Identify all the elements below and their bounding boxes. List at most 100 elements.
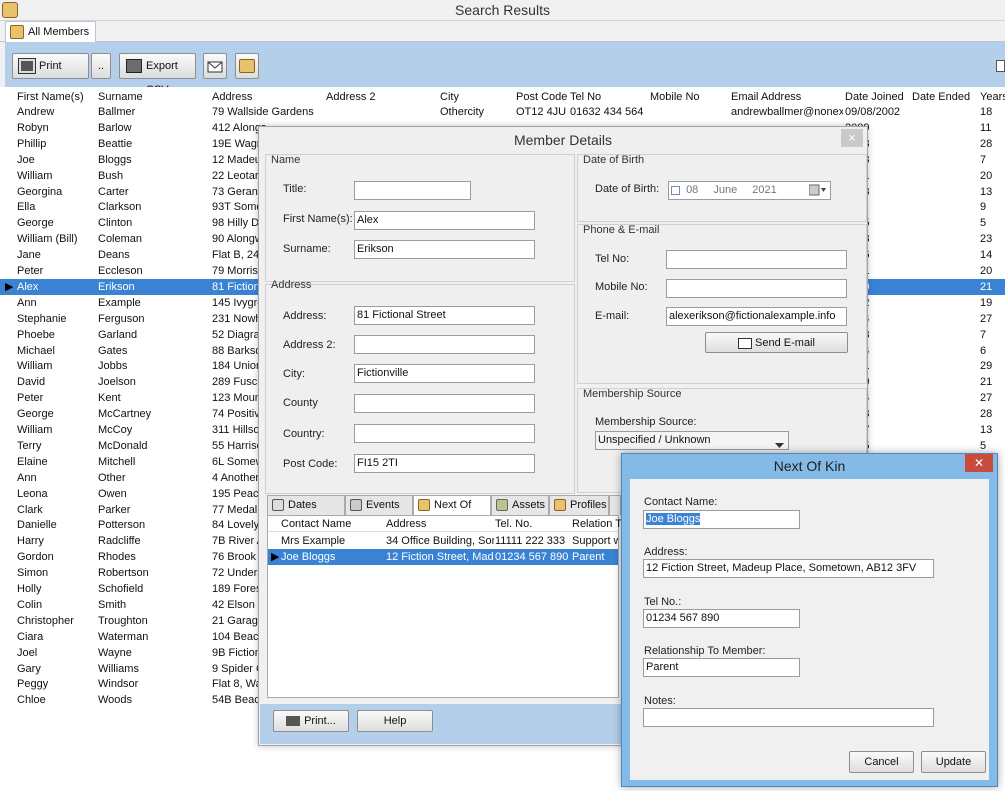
table-row[interactable]: Andrew Ballmer 79 Wallside Gardens Othercit… xyxy=(0,104,1005,120)
tab-next-of-kin[interactable]: Next Of Kin xyxy=(413,495,491,529)
kin-address: 12 Fiction Street, Madeup xyxy=(386,551,494,563)
table-cell: 09/08/2002 xyxy=(845,106,901,118)
kin-address-label: Address: xyxy=(644,546,688,558)
contact-name-field[interactable]: Joe Bloggs xyxy=(643,510,800,529)
tab-dates-joined[interactable]: Dates Joined xyxy=(267,495,345,529)
country-field[interactable] xyxy=(354,424,535,443)
close-icon[interactable]: × xyxy=(841,129,863,147)
table-cell: Williams xyxy=(98,662,139,675)
table-cell: 21 xyxy=(980,280,993,293)
column-header[interactable]: Email Address xyxy=(731,89,843,105)
table-cell: Garland xyxy=(98,328,138,341)
kin-tel-field[interactable]: 01234 567 890 xyxy=(643,609,800,628)
table-cell: Ballmer xyxy=(98,106,136,118)
kin-tel: 11111 222 333 xyxy=(495,535,566,547)
relationship-field[interactable]: Parent xyxy=(643,658,800,677)
membership-source-label: Membership Source: xyxy=(595,416,697,428)
table-cell: Example xyxy=(98,296,141,309)
table-cell: David xyxy=(17,376,46,389)
update-button[interactable]: Update xyxy=(921,751,986,773)
mobile-label: Mobile No: xyxy=(595,281,648,293)
tab-profiles[interactable]: Profiles xyxy=(549,495,609,515)
column-header[interactable]: Date Joined xyxy=(845,89,910,105)
tab-all-members[interactable]: All Members xyxy=(5,21,97,43)
dob-picker[interactable]: 08 June 2021 xyxy=(668,181,831,200)
table-cell: 7 xyxy=(980,328,987,341)
column-header[interactable]: First Name(s) xyxy=(17,89,97,105)
address2-label: Address 2: xyxy=(283,339,336,351)
table-cell: Troughton xyxy=(98,614,148,627)
table-cell: Chloe xyxy=(17,694,46,707)
table-cell: 79 Wallside Gardens xyxy=(212,106,314,118)
table-cell: Phillip xyxy=(17,137,47,150)
tab-events[interactable]: Events xyxy=(345,495,413,515)
notes-field[interactable] xyxy=(643,708,934,727)
postcode-field[interactable]: FI15 2TI xyxy=(354,454,535,473)
next-of-kin-dialog: Next Of Kin ✕ Contact Name: Joe Bloggs A… xyxy=(621,453,998,787)
table-cell: Holly xyxy=(17,583,42,595)
table-cell: Ciara xyxy=(17,630,44,643)
membership-source-select[interactable]: Unspecified / Unknown xyxy=(595,431,789,450)
print-options-button[interactable]: .. xyxy=(91,53,111,79)
send-email-button[interactable]: Send E-mail xyxy=(705,332,848,353)
grid-header: First Name(s) Surname Address Address 2 City… xyxy=(0,87,1005,104)
title-field[interactable] xyxy=(354,181,471,200)
table-cell: 23 xyxy=(980,233,993,246)
table-cell: Othercity xyxy=(440,106,485,118)
column-header[interactable]: Surname xyxy=(98,89,210,105)
membership-source-group-label: Membership Source xyxy=(583,388,682,400)
dob-label: Date of Birth: xyxy=(595,183,660,195)
table-cell: McCoy xyxy=(98,424,133,436)
kin-address-field[interactable]: 12 Fiction Street, Madeup Place, Sometow… xyxy=(643,559,934,578)
export-csv-button[interactable]: Export CSV xyxy=(119,53,196,96)
table-cell: Peggy xyxy=(17,678,49,691)
table-cell: Wayne xyxy=(98,646,132,659)
surname-field[interactable]: Erikson xyxy=(354,240,535,259)
column-header[interactable]: Tel No xyxy=(570,89,648,105)
table-cell: 6 xyxy=(980,344,987,357)
table-cell: Ella xyxy=(17,201,36,214)
member-search-button[interactable] xyxy=(235,53,259,79)
table-cell: Robyn xyxy=(17,121,49,134)
table-cell: Bush xyxy=(98,169,124,182)
county-label: County xyxy=(283,397,318,409)
column-header[interactable]: Address 2 xyxy=(326,89,438,105)
table-cell: Smith xyxy=(98,598,127,611)
tab-more[interactable] xyxy=(609,495,621,515)
address2-field[interactable] xyxy=(354,335,535,354)
envelope-icon xyxy=(738,337,753,349)
address-field[interactable]: 81 Fictional Street xyxy=(354,306,535,325)
mobile-field[interactable] xyxy=(666,279,847,298)
first-name-field[interactable]: Alex xyxy=(354,211,535,230)
city-field[interactable]: Fictionville xyxy=(354,364,535,383)
close-icon[interactable]: ✕ xyxy=(965,454,993,472)
calendar-dropdown-icon[interactable] xyxy=(808,184,827,196)
kin-row-selected[interactable]: ▶ Joe Bloggs 12 Fiction Street, Madeup 0… xyxy=(268,549,618,565)
dob-checkbox[interactable] xyxy=(671,185,680,195)
kin-name: Joe Bloggs xyxy=(281,551,336,563)
column-header[interactable]: Post Code xyxy=(516,89,568,105)
column-header[interactable]: Years xyxy=(980,89,1005,105)
email-field[interactable]: alexerikson@fictionalexample.info xyxy=(666,307,847,326)
table-cell: William xyxy=(17,360,53,373)
print-button[interactable]: Print xyxy=(12,53,89,79)
county-field[interactable] xyxy=(354,394,535,413)
column-header[interactable]: City xyxy=(440,89,514,105)
tel-field[interactable] xyxy=(666,250,847,269)
column-header[interactable]: Mobile No xyxy=(650,89,729,105)
kin-row[interactable]: Mrs Example 34 Office Building, Somet 11… xyxy=(268,533,618,549)
contact-name-selected-text: Joe Bloggs xyxy=(646,513,701,525)
cancel-button[interactable]: Cancel xyxy=(849,751,914,773)
table-cell: Windsor xyxy=(98,678,139,691)
column-header[interactable]: Date Ended xyxy=(912,89,978,105)
table-cell: 20 xyxy=(980,265,993,277)
help-button[interactable]: Help xyxy=(357,710,433,732)
table-cell: Ann xyxy=(17,296,37,309)
select-all-checkbox[interactable] xyxy=(996,60,1005,72)
table-cell: Andrew xyxy=(17,106,55,118)
tab-assets[interactable]: Assets xyxy=(491,495,549,515)
column-header[interactable]: Address xyxy=(212,89,324,105)
print-dialog-button[interactable]: Print... xyxy=(273,710,349,732)
mail-merge-button[interactable] xyxy=(203,53,227,79)
table-cell: Ferguson xyxy=(98,312,145,325)
